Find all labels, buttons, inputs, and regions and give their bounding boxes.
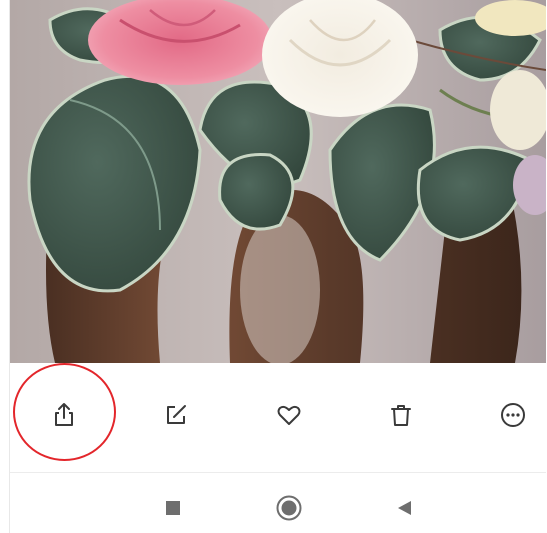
edit-icon (167, 405, 186, 424)
more-options-icon (501, 403, 525, 427)
gallery-photo-viewer (9, 0, 546, 533)
photo-view[interactable] (10, 0, 546, 363)
share-icon (55, 403, 73, 426)
home-button[interactable] (272, 491, 306, 525)
photo-action-toolbar (10, 363, 546, 471)
square-icon (166, 501, 180, 515)
share-button[interactable] (36, 387, 92, 443)
recents-button[interactable] (156, 491, 190, 525)
flowers-in-vase-image (10, 0, 546, 363)
back-triangle-icon (398, 501, 411, 515)
delete-button[interactable] (373, 387, 429, 443)
system-navigation-bar (10, 473, 546, 533)
favorite-button[interactable] (261, 387, 317, 443)
home-circle-icon (276, 495, 302, 521)
heart-icon (277, 405, 301, 425)
edit-button[interactable] (148, 387, 204, 443)
back-button[interactable] (387, 491, 421, 525)
trash-icon (391, 405, 411, 426)
more-options-button[interactable] (485, 387, 541, 443)
